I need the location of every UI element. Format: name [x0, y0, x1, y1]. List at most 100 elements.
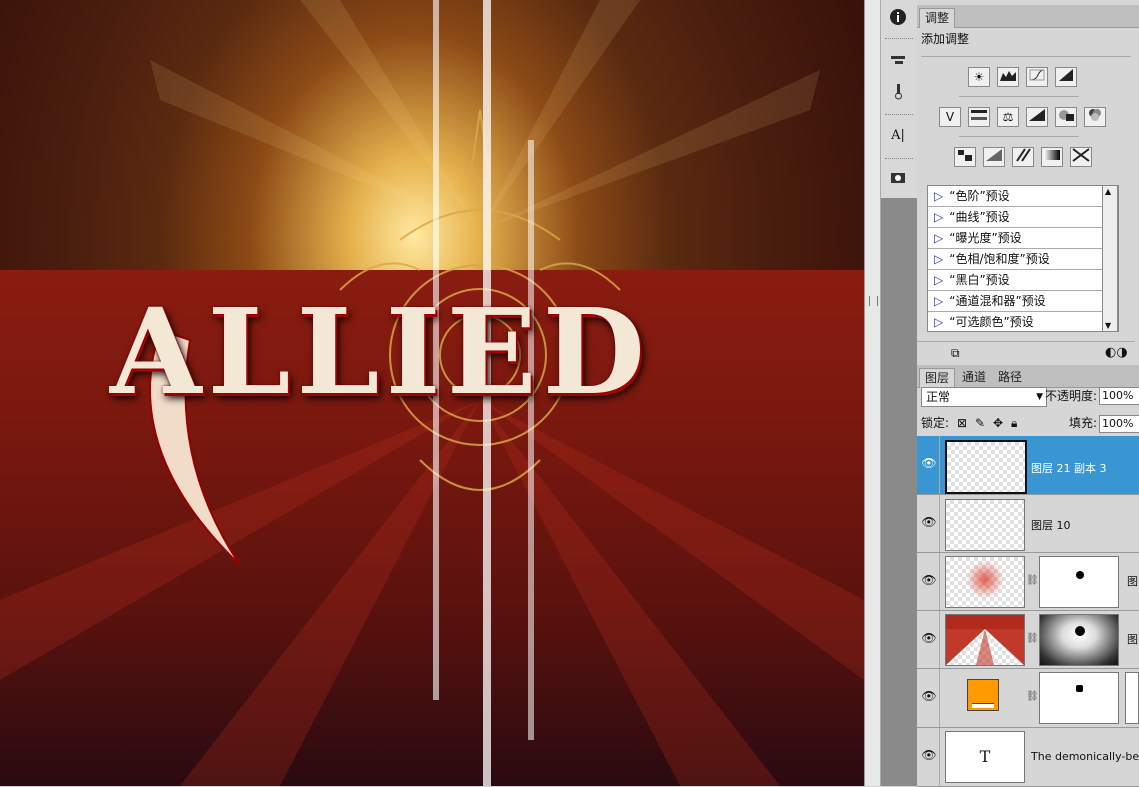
tab-layers[interactable]: 图层 — [919, 368, 956, 388]
tab-channels[interactable]: 通道 — [957, 368, 991, 387]
layer-row[interactable]: 👁︎ ⛓ 图 — [917, 611, 1139, 669]
layer-row-divider — [939, 553, 940, 610]
gradient-map-icon[interactable] — [1041, 147, 1063, 167]
lock-all-icon[interactable]: 🔒︎ — [1011, 414, 1017, 432]
layer-mask-thumbnail[interactable] — [1039, 614, 1119, 666]
layer-mask-thumbnail[interactable] — [1039, 672, 1119, 724]
levels-icon[interactable] — [997, 67, 1019, 87]
visibility-eye-icon[interactable]: 👁︎ — [921, 573, 937, 587]
layer-row-divider — [939, 669, 940, 727]
layer-row[interactable]: 👁︎ 图层 21 副本 3 — [917, 436, 1139, 495]
brush-presets-icon[interactable] — [887, 52, 909, 72]
layer-row[interactable]: 👁︎ T The demonically-besieg — [917, 728, 1139, 787]
expand-triangle-icon[interactable]: ▷ — [934, 315, 943, 329]
splitter-grip[interactable] — [869, 296, 878, 306]
list-item[interactable]: ▷ “曝光度”预设 — [928, 228, 1118, 249]
list-item[interactable]: ▷ “曲线”预设 — [928, 207, 1118, 228]
layer-name[interactable]: 图层 10 — [1031, 517, 1071, 533]
strip-divider — [885, 38, 913, 39]
invert-icon[interactable] — [954, 147, 976, 167]
scroll-down-arrow-icon[interactable]: ▼ — [1105, 321, 1111, 330]
fill-swatch-bar — [972, 703, 994, 708]
list-item[interactable]: ▷ “色相/饱和度”预设 — [928, 249, 1118, 270]
layer-comps-icon[interactable] — [887, 170, 909, 190]
selective-color-icon[interactable] — [1070, 147, 1092, 167]
fill-layer-swatch[interactable] — [967, 679, 999, 711]
panel-splitter[interactable] — [864, 0, 881, 786]
visibility-eye-icon[interactable]: 👁︎ — [921, 631, 937, 645]
logo-text: ALLIED — [110, 282, 651, 421]
lock-label: 锁定: — [921, 416, 950, 430]
mask-link-icon[interactable]: ⛓ — [1026, 575, 1039, 586]
expand-triangle-icon[interactable]: ▷ — [934, 231, 943, 245]
fill-input[interactable]: 100% — [1099, 415, 1139, 433]
layer-mask-thumbnail[interactable] — [1039, 556, 1119, 608]
photo-filter-icon[interactable] — [1055, 107, 1077, 127]
adjustment-presets-list[interactable]: ▷ “色阶”预设 ▷ “曲线”预设 ▷ “曝光度”预设 ▷ “色相/饱和度”预设 ▷ “黑… — [927, 185, 1119, 332]
divider — [917, 341, 1135, 342]
list-item[interactable]: ▷ “黑白”预设 — [928, 270, 1118, 291]
text-layer-thumbnail: T — [945, 731, 1025, 783]
expand-triangle-icon[interactable]: ▷ — [934, 210, 943, 224]
color-balance-icon[interactable]: ⚖ — [997, 107, 1019, 127]
lock-transparent-icon[interactable]: ⊠ — [957, 414, 967, 432]
clip-to-layer-icon[interactable]: ◐◑ — [1105, 345, 1128, 360]
visibility-eye-icon[interactable]: 👁︎ — [921, 515, 937, 529]
channel-mixer-icon[interactable] — [1084, 107, 1106, 127]
scroll-up-arrow-icon[interactable]: ▲ — [1105, 187, 1111, 196]
expand-triangle-icon[interactable]: ▷ — [934, 294, 943, 308]
visibility-eye-icon[interactable]: 👁︎ — [921, 456, 937, 470]
document-canvas[interactable]: ALLIED — [0, 0, 864, 786]
layer-name[interactable]: The demonically-besieg — [1031, 750, 1139, 763]
layers-tabbar: 图层 通道 路径 — [917, 365, 1139, 388]
divider — [959, 136, 1079, 137]
expand-triangle-icon[interactable]: ▷ — [934, 273, 943, 287]
mask-link-icon[interactable]: ⛓ — [1026, 633, 1039, 644]
tab-paths[interactable]: 路径 — [993, 368, 1027, 387]
opacity-label: 不透明度: — [1045, 389, 1098, 403]
chevron-down-icon: ▼ — [1036, 392, 1043, 402]
posterize-icon[interactable] — [983, 147, 1005, 167]
strip-empty-area — [881, 198, 917, 786]
layer-row-divider — [939, 436, 940, 494]
vibrance-icon[interactable]: V — [939, 107, 961, 127]
layer-thumbnail — [945, 499, 1025, 551]
divider — [959, 96, 1079, 97]
layer-extra-thumbnail — [1125, 672, 1139, 724]
panel-icon-strip: A| — [880, 0, 918, 786]
lock-pixels-icon[interactable]: ✎ — [975, 414, 985, 432]
list-item[interactable]: ▷ “色阶”预设 — [928, 186, 1118, 207]
opacity-input[interactable]: 100% — [1099, 387, 1139, 405]
layer-row[interactable]: 👁︎ ⛓ — [917, 669, 1139, 728]
brightness-contrast-icon[interactable]: ☀ — [968, 67, 990, 87]
layer-row[interactable]: 👁︎ 图层 10 — [917, 495, 1139, 553]
clone-source-icon[interactable] — [887, 82, 909, 102]
list-item[interactable]: ▷ “通道混和器”预设 — [928, 291, 1118, 312]
visibility-eye-icon[interactable]: 👁︎ — [921, 689, 937, 703]
exposure-icon[interactable] — [1055, 67, 1077, 87]
hue-saturation-icon[interactable] — [968, 107, 990, 127]
layer-row-divider — [939, 495, 940, 552]
layer-row[interactable]: 👁︎ ⛓ 图 — [917, 553, 1139, 611]
expand-triangle-icon[interactable]: ▷ — [934, 189, 943, 203]
list-item[interactable]: ▷ “可选颜色”预设 — [928, 312, 1118, 331]
layer-name[interactable]: 图 — [1127, 573, 1138, 589]
curves-icon[interactable] — [1026, 67, 1048, 87]
layer-name[interactable]: 图层 21 副本 3 — [1031, 460, 1107, 476]
threshold-icon[interactable] — [1012, 147, 1034, 167]
tab-adjustments[interactable]: 调整 — [919, 8, 956, 28]
expanded-view-icon[interactable]: ⧉ — [951, 346, 960, 361]
layer-name[interactable]: 图 — [1127, 631, 1138, 647]
blend-mode-select[interactable]: 正常 ▼ — [921, 387, 1047, 407]
presets-scrollbar[interactable]: ▲ ▼ — [1102, 185, 1118, 332]
lock-position-icon[interactable]: ✥ — [993, 414, 1003, 432]
visibility-eye-icon[interactable]: 👁︎ — [921, 748, 937, 762]
info-icon[interactable] — [887, 8, 909, 28]
black-white-icon[interactable] — [1026, 107, 1048, 127]
layer-thumbnail — [945, 556, 1025, 608]
layer-thumbnail — [945, 440, 1027, 494]
strip-divider — [885, 114, 913, 115]
expand-triangle-icon[interactable]: ▷ — [934, 252, 943, 266]
character-icon[interactable]: A| — [887, 126, 909, 146]
mask-link-icon[interactable]: ⛓ — [1026, 691, 1039, 702]
